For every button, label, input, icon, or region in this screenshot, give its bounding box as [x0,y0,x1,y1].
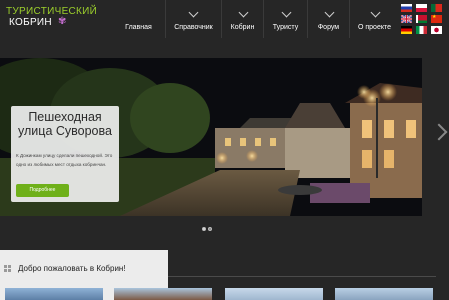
nav-item-label: Форум [317,24,340,31]
slider-dot[interactable] [202,227,206,231]
flag-de-icon[interactable] [401,26,412,34]
logo-line-1: ТУРИСТИЧЕСКИЙ [6,6,98,17]
nav-item-label: Справочник [174,24,213,31]
chevron-down-icon [324,7,335,18]
flag-by-icon[interactable] [416,15,427,23]
slider-dot[interactable] [208,227,212,231]
flag-jp-icon[interactable] [431,26,442,34]
news-thumbnail[interactable] [335,288,433,300]
site-header: ТУРИСТИЧЕСКИЙ КОБРИН ✾ Главная Справочни… [0,0,449,38]
nav-item-about[interactable]: О проекте [349,0,399,38]
nav-item-directory[interactable]: Справочник [165,0,221,38]
section-divider [168,276,436,277]
nav-item-label: Главная [125,24,152,31]
flag-pl-icon[interactable] [416,4,427,12]
flower-icon: ✾ [58,16,67,27]
nav-item-kobrin[interactable]: Кобрин [221,0,263,38]
more-button[interactable]: Подробнее [16,184,69,197]
news-thumbnail[interactable] [5,288,103,300]
nav-item-label: О проекте [357,24,392,31]
news-thumbnail[interactable] [114,288,212,300]
nav-item-label: Кобрин [230,24,255,31]
main-nav: Главная Справочник Кобрин Туристу Форум … [112,0,399,38]
news-thumbnail[interactable] [225,288,323,300]
nav-item-home[interactable]: Главная [112,0,165,38]
flag-ru-icon[interactable] [401,4,412,12]
slide-caption: Пешеходная улица Суворова К Дожинкам ули… [11,106,119,202]
chevron-down-icon [281,7,292,18]
slide-title: Пешеходная улица Суворова [18,110,112,138]
welcome-title: Добро пожаловать в Кобрин! [18,264,126,273]
chevron-down-icon [370,7,381,18]
language-switcher: ★ [401,4,447,34]
chevron-down-icon [188,7,199,18]
flag-it-icon[interactable] [416,26,427,34]
grid-icon [4,265,12,273]
chevron-down-icon [238,7,249,18]
site-logo[interactable]: ТУРИСТИЧЕСКИЙ КОБРИН ✾ [6,6,106,28]
flag-cn-icon[interactable]: ★ [431,15,442,23]
slider-pagination [202,227,212,231]
nav-item-forum[interactable]: Форум [307,0,349,38]
nav-item-tourist[interactable]: Туристу [263,0,307,38]
flag-pt-icon[interactable] [431,4,442,12]
flag-en-icon[interactable] [401,15,412,23]
slider-next-icon[interactable] [430,123,448,141]
slide-description: К Дожинкам улицу сделали пешеходной. Это… [16,153,113,167]
nav-item-label: Туристу [272,24,299,31]
